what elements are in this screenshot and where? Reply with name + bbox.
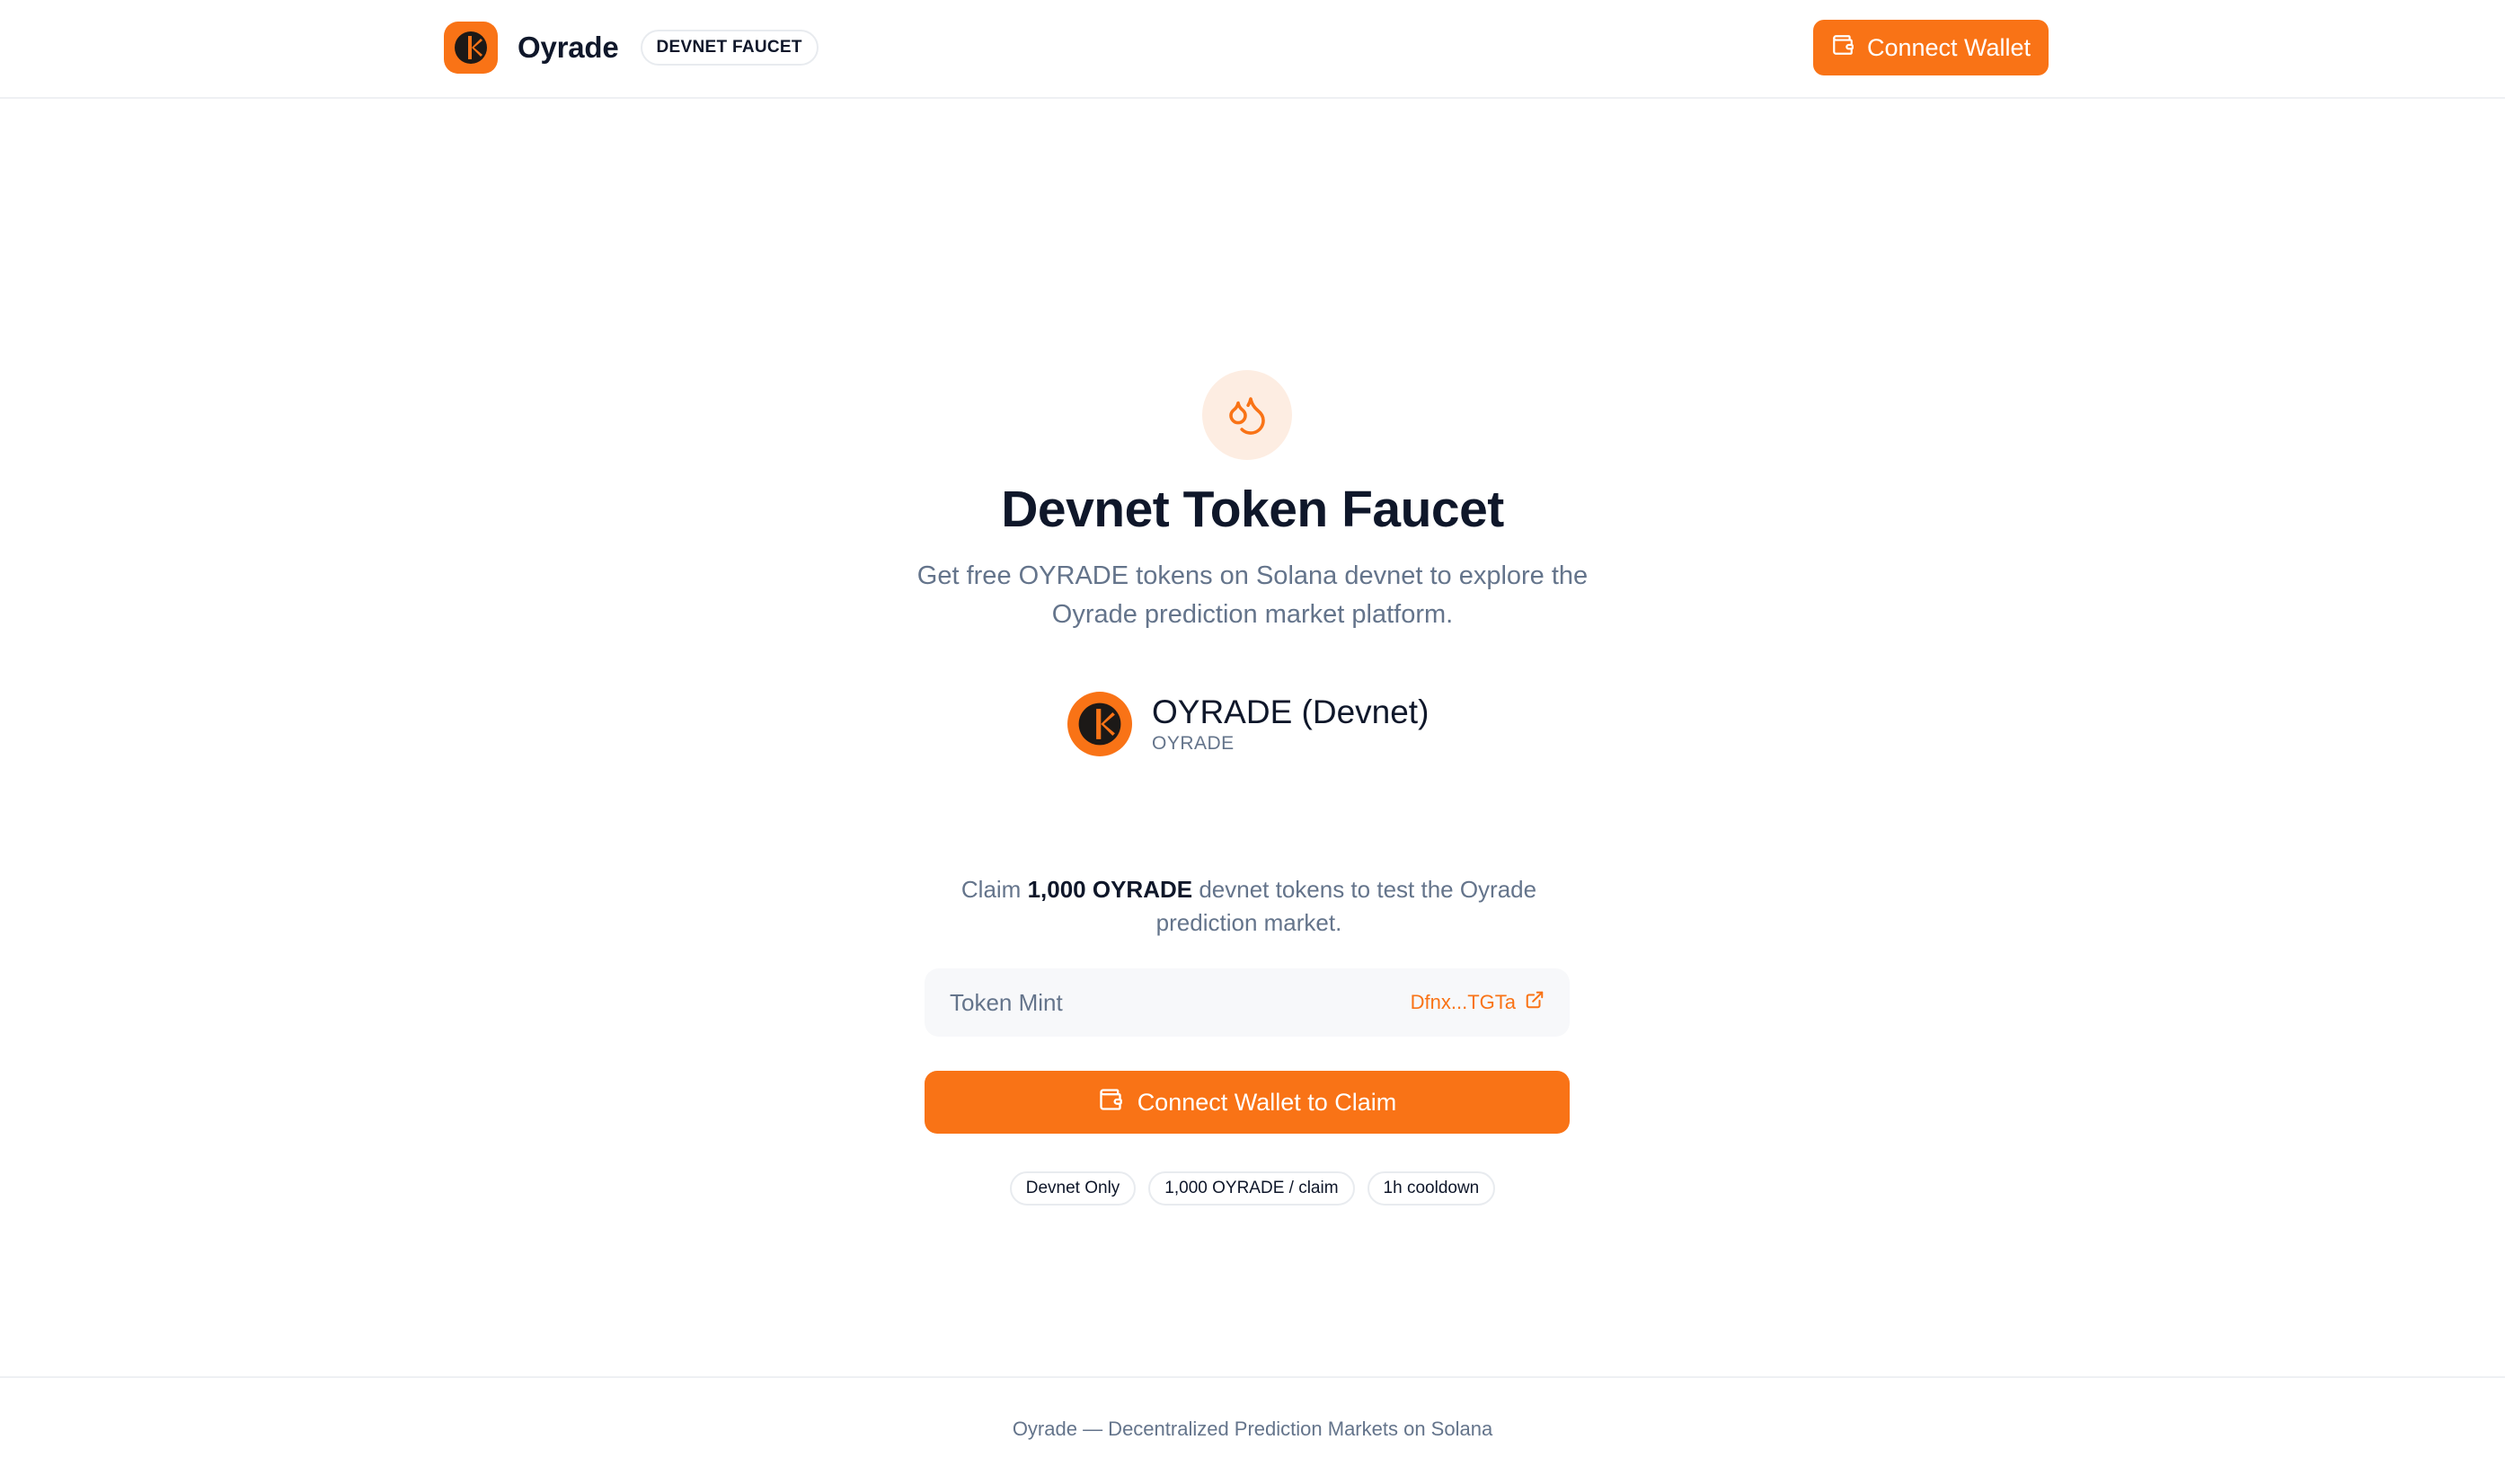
claim-prefix: Claim [960, 876, 1028, 903]
claim-suffix: devnet tokens to test the Oyrade predict… [1155, 876, 1537, 936]
pill-cooldown: 1h cooldown [1367, 1171, 1496, 1206]
faucet-info-pills: Devnet Only 1,000 OYRADE / claim 1h cool… [0, 1171, 2505, 1206]
pill-devnet-only: Devnet Only [1009, 1171, 1137, 1206]
token-mint-label: Token Mint [950, 988, 1063, 1016]
token-text: OYRADE (Devnet) OYRADE [1152, 693, 1429, 755]
token-mint-row: Token Mint Dfnx...TGTa [925, 968, 1570, 1037]
oyrade-logo-icon [444, 22, 498, 74]
claim-amount: 1,000 OYRADE [1027, 876, 1193, 903]
token-name: OYRADE (Devnet) [1152, 693, 1430, 730]
token-logo-icon [1067, 692, 1132, 756]
claim-description: Claim 1,000 OYRADE devnet tokens to test… [934, 873, 1563, 940]
devnet-faucet-badge: DEVNET FAUCET [640, 30, 819, 66]
droplets-icon [1202, 370, 1292, 460]
connect-wallet-button[interactable]: Connect Wallet [1813, 20, 2049, 75]
wallet-icon [1098, 1087, 1123, 1118]
wallet-icon [1831, 33, 1854, 63]
page-subtitle: Get free OYRADE tokens on Solana devnet … [916, 561, 1589, 629]
external-link-icon [1525, 990, 1545, 1015]
claim-button-label: Connect Wallet to Claim [1137, 1088, 1397, 1116]
token-mint-address: Dfnx...TGTa [1410, 991, 1516, 1013]
page-title: Devnet Token Faucet [1001, 481, 1504, 538]
connect-wallet-label: Connect Wallet [1866, 33, 2031, 61]
pill-claim-amount: 1,000 OYRADE / claim [1148, 1171, 1355, 1206]
top-nav-inner: Oyrade DEVNET FAUCET Connect Wallet [444, 20, 2049, 75]
token-mint-link[interactable]: Dfnx...TGTa [1411, 990, 1545, 1015]
token-info: OYRADE (Devnet) OYRADE [1067, 688, 1429, 760]
token-symbol: OYRADE [1152, 733, 1235, 754]
page-footer: Oyrade — Decentralized Prediction Market… [0, 1376, 2505, 1484]
brand[interactable]: Oyrade DEVNET FAUCET [444, 20, 819, 75]
connect-wallet-to-claim-button[interactable]: Connect Wallet to Claim [925, 1071, 1570, 1134]
brand-name: Oyrade [518, 31, 619, 64]
faucet-main: Devnet Token Faucet Get free OYRADE toke… [0, 99, 2505, 1378]
footer-text: Oyrade — Decentralized Prediction Market… [1012, 1418, 1493, 1440]
top-nav: Oyrade DEVNET FAUCET Connect Wallet [0, 0, 2505, 99]
